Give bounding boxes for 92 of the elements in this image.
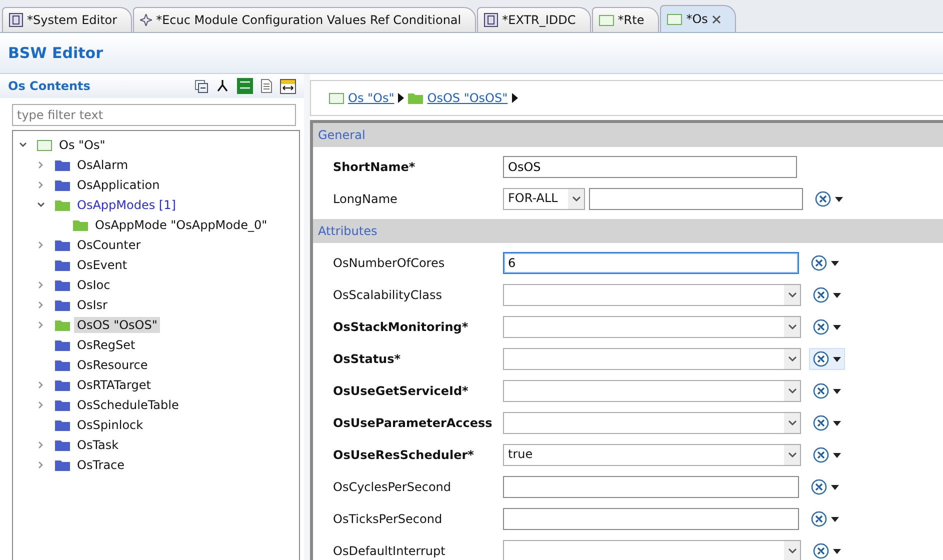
field-label: OsTicksPerSecond [333, 512, 444, 526]
tree-item[interactable]: OsScheduleTable [74, 397, 182, 413]
text-field[interactable] [503, 476, 799, 498]
tree-item[interactable]: OsIsr [74, 297, 110, 313]
tool-menu-button[interactable] [809, 348, 845, 370]
tree-item[interactable]: OsEvent [74, 257, 130, 273]
document-icon[interactable] [261, 79, 272, 93]
dropdown-field[interactable] [503, 284, 801, 306]
field-label: OsDefaultInterrupt [333, 544, 446, 558]
caret-icon[interactable] [788, 292, 796, 298]
filter-field[interactable]: type filter text [12, 104, 296, 126]
breadcrumb-link[interactable]: OsOS "OsOS" [427, 91, 508, 105]
field-label: OsUseResScheduler* [333, 448, 475, 462]
field-label: LongName [333, 192, 398, 206]
vp-res-icon[interactable] [237, 78, 253, 94]
field-label: OsUseGetServiceId* [333, 384, 470, 398]
section-header: General [313, 123, 943, 147]
field-label: OsNumberOfCores [333, 256, 446, 270]
tree-item[interactable]: OsSpinlock [74, 417, 146, 433]
tree-item[interactable]: OsTask [74, 437, 122, 453]
dropdown-arrow-icon[interactable] [831, 484, 839, 490]
container-icon [667, 14, 682, 24]
breadcrumb-link[interactable]: Os "Os" [348, 91, 394, 105]
section-header: Attributes [313, 219, 943, 243]
dropdown-arrow-icon[interactable] [833, 388, 841, 394]
dropdown-arrow-icon[interactable] [833, 420, 841, 426]
container-icon [37, 140, 52, 150]
arrow-right-icon[interactable] [398, 93, 404, 103]
dropdown-arrow-icon[interactable] [833, 356, 841, 362]
module-icon [484, 13, 498, 27]
column-width-icon[interactable] [280, 78, 296, 94]
dropdown-arrow-icon[interactable] [831, 516, 839, 522]
fork-icon[interactable] [216, 79, 229, 93]
close-icon[interactable] [712, 14, 721, 24]
chevron-icon[interactable] [37, 201, 45, 209]
caret-icon[interactable] [788, 324, 796, 330]
editor-tab[interactable]: *Ecuc Module Configuration Values Ref Conditional [133, 7, 476, 32]
folder-icon [408, 92, 424, 104]
dropdown-arrow-icon[interactable] [833, 324, 841, 330]
caret-icon[interactable] [572, 196, 580, 202]
chevron-icon[interactable] [19, 141, 27, 149]
tree-item[interactable]: OsOS "OsOS" [74, 317, 160, 333]
dropdown-field[interactable] [503, 380, 801, 402]
field-label: OsStatus* [333, 352, 402, 366]
module-icon [9, 13, 23, 27]
tree-item[interactable]: OsAppMode "OsAppMode_0" [92, 217, 270, 233]
editor-tab[interactable]: *System Editor [2, 7, 132, 32]
dropdown-arrow-icon[interactable] [835, 196, 843, 202]
tree-item[interactable]: OsCounter [74, 237, 144, 253]
tree-item[interactable]: OsRTATarget [74, 377, 154, 393]
dropdown-field[interactable] [503, 348, 801, 370]
text-field[interactable]: OsOS [503, 156, 797, 178]
dropdown-arrow-icon[interactable] [833, 452, 841, 458]
editor-tab[interactable]: *Os [660, 5, 736, 32]
tree-item[interactable]: OsResource [74, 357, 151, 373]
dropdown-arrow-icon[interactable] [833, 292, 841, 298]
tree-item[interactable]: OsApplication [74, 177, 163, 193]
text-field[interactable] [589, 188, 803, 210]
field-label: OsCyclesPerSecond [333, 480, 452, 494]
caret-icon[interactable] [788, 356, 796, 362]
tree-item[interactable]: OsAppModes [1] [74, 197, 179, 213]
dropdown-field[interactable]: true [503, 444, 801, 466]
editor-title: BSW Editor [8, 44, 104, 62]
dropdown-field[interactable] [503, 412, 801, 434]
container-icon [598, 14, 614, 26]
editor-tab[interactable]: *Rte [592, 7, 660, 32]
tree-item[interactable]: OsIoc [74, 277, 114, 293]
editor-tab[interactable]: *EXTR_IDDC [477, 7, 591, 32]
dropdown-field[interactable] [503, 540, 801, 560]
tree-item[interactable]: OsTrace [74, 457, 128, 473]
caret-icon[interactable] [788, 388, 796, 394]
collapse-all-icon[interactable] [195, 80, 208, 92]
container-icon [329, 92, 344, 104]
caret-icon[interactable] [788, 420, 796, 426]
tree-item[interactable]: OsAlarm [74, 157, 132, 173]
dropdown-arrow-icon[interactable] [833, 548, 841, 554]
tree-item[interactable]: Os "Os" [56, 137, 108, 153]
dropdown-arrow-icon[interactable] [831, 260, 839, 266]
field-label: ShortName* [333, 160, 416, 174]
dropdown-field[interactable] [503, 316, 801, 338]
arrow-right-icon[interactable] [512, 93, 518, 103]
field-label: OsStackMonitoring* [333, 320, 470, 334]
field-label: OsUseParameterAccess [333, 416, 494, 430]
tree-item[interactable]: OsRegSet [74, 337, 138, 353]
language-dropdown[interactable]: FOR-ALL [503, 188, 585, 210]
caret-icon[interactable] [788, 452, 796, 458]
text-field[interactable]: 6 [503, 252, 799, 274]
field-label: OsScalabilityClass [333, 288, 443, 302]
panel-title: Os Contents [8, 79, 90, 93]
sparkle-icon [140, 14, 152, 26]
text-field[interactable] [503, 508, 799, 530]
caret-icon[interactable] [788, 548, 796, 554]
